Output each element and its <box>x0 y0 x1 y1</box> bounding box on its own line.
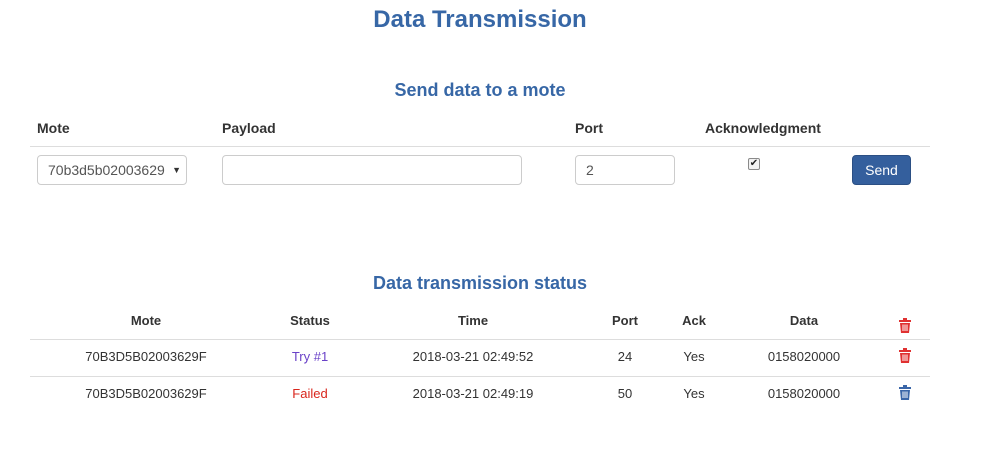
row-ack: Yes <box>683 386 705 401</box>
page-title: Data Transmission <box>373 6 587 33</box>
mote-select[interactable]: 70b3d5b02003629 ▼ <box>37 155 187 185</box>
row-ack: Yes <box>683 349 705 364</box>
row-status: Try #1 <box>291 349 329 364</box>
row-port: 24 <box>617 349 633 364</box>
table-row-divider <box>30 376 930 377</box>
mote-select-value: 70b3d5b02003629 <box>48 162 165 178</box>
chevron-down-icon: ▼ <box>172 165 181 175</box>
table-header-data: Data <box>789 313 819 328</box>
payload-column-header: Payload <box>222 120 276 136</box>
table-header-port: Port <box>612 313 638 328</box>
table-header-mote: Mote <box>130 313 162 328</box>
table-header-divider <box>30 339 930 340</box>
acknowledgment-checkbox[interactable]: ✔ <box>748 158 760 170</box>
status-section-title: Data transmission status <box>372 273 588 293</box>
form-divider <box>30 146 930 147</box>
acknowledgment-column-header: Acknowledgment <box>705 120 821 136</box>
table-header-ack: Ack <box>682 313 706 328</box>
row-port: 50 <box>617 386 633 401</box>
delete-row-trash-icon[interactable] <box>898 348 912 363</box>
checkmark-icon: ✔ <box>749 158 759 169</box>
row-data: 0158020000 <box>767 349 841 364</box>
delete-all-trash-icon[interactable] <box>898 318 912 333</box>
row-mote: 70B3D5B02003629F <box>85 349 207 364</box>
row-mote: 70B3D5B02003629F <box>85 386 207 401</box>
row-data: 0158020000 <box>767 386 841 401</box>
table-header-status: Status <box>290 313 330 328</box>
send-button[interactable]: Send <box>852 155 911 185</box>
payload-input[interactable] <box>222 155 522 185</box>
row-status: Failed <box>292 386 328 401</box>
mote-column-header: Mote <box>37 120 70 136</box>
port-input[interactable] <box>575 155 675 185</box>
table-header-time: Time <box>457 313 489 328</box>
port-column-header: Port <box>575 120 603 136</box>
send-section-title: Send data to a mote <box>394 80 566 100</box>
row-time: 2018-03-21 02:49:52 <box>412 349 534 364</box>
delete-row-trash-icon[interactable] <box>898 385 912 400</box>
row-time: 2018-03-21 02:49:19 <box>412 386 534 401</box>
